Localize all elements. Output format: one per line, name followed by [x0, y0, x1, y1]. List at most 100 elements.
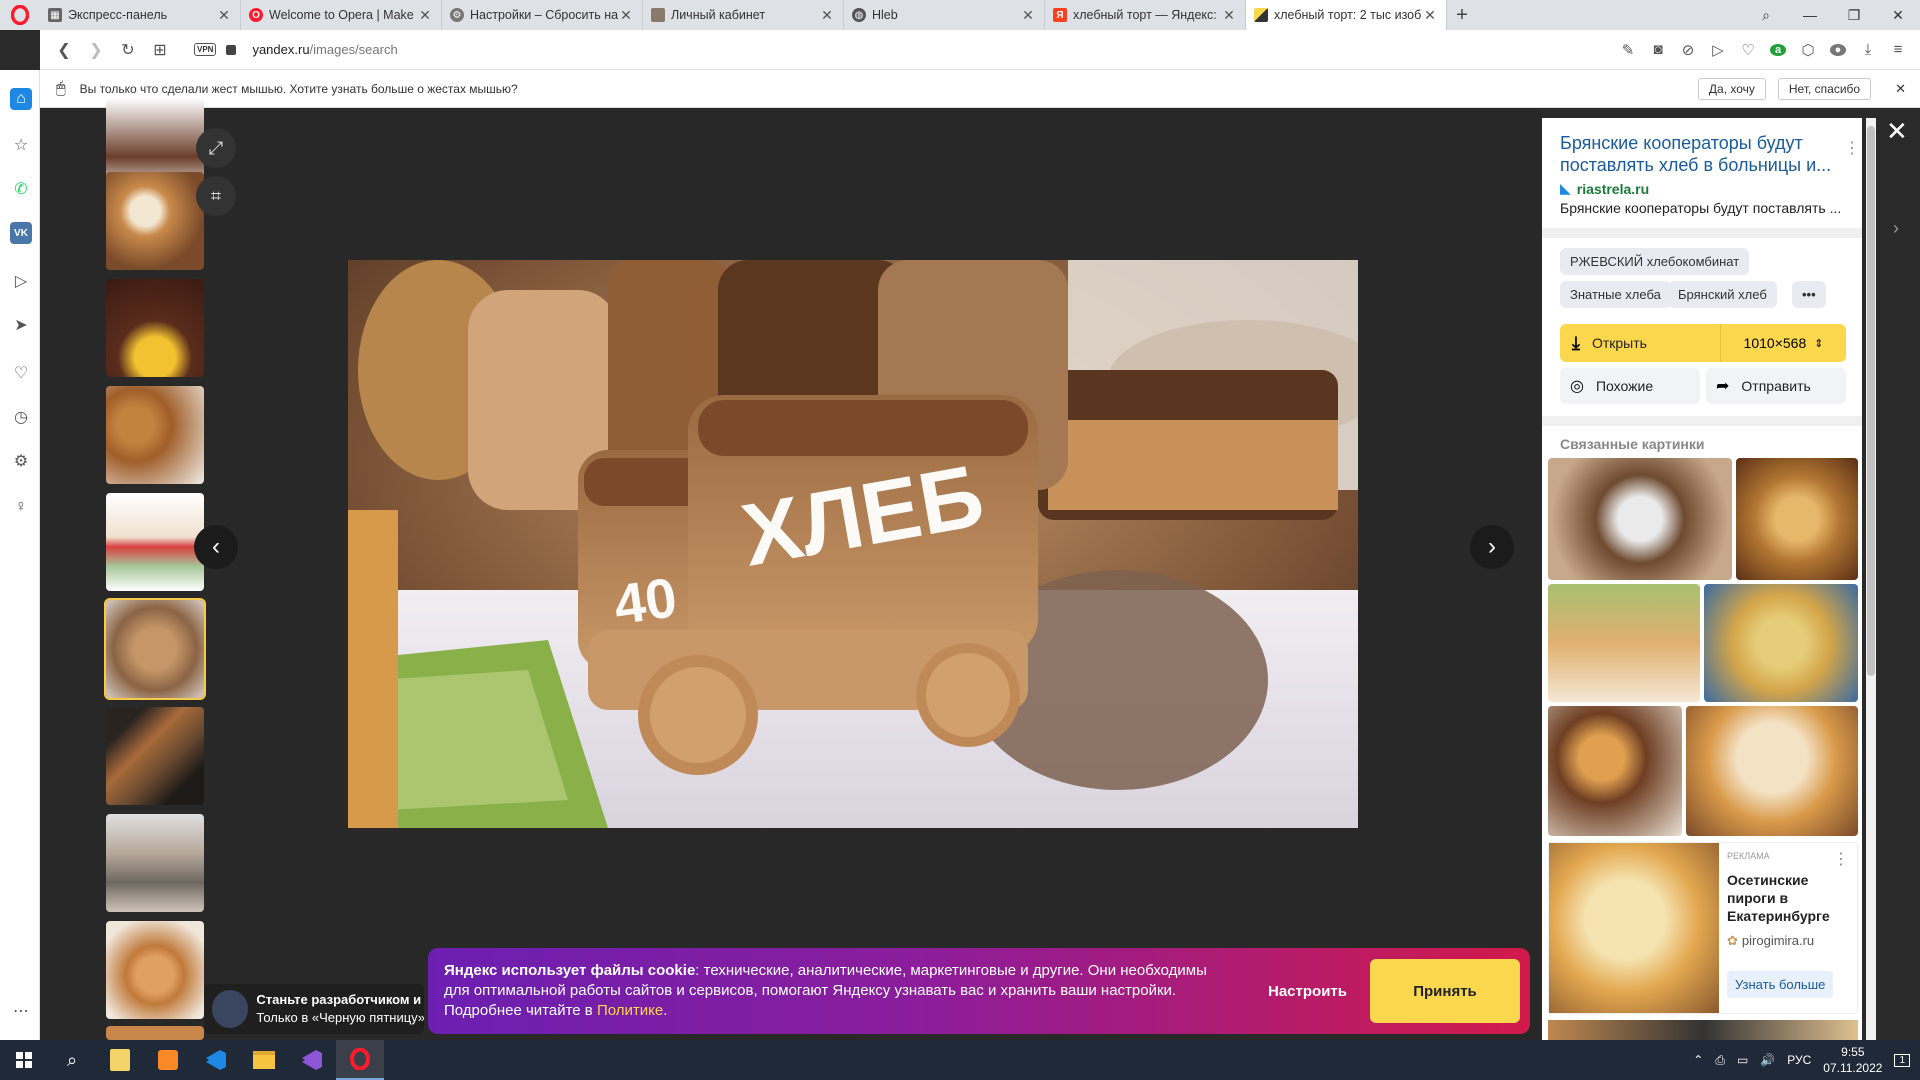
vk-icon[interactable]: VK [10, 222, 32, 244]
heart-icon[interactable]: ♡ [10, 362, 32, 384]
tab-yandex-images[interactable]: хлебный торт: 2 тыс изобр ✕ [1246, 0, 1447, 30]
thumbnail-choc-cake[interactable] [106, 279, 204, 377]
whatsapp-icon[interactable]: ✆ [10, 178, 32, 200]
tag-chip[interactable]: РЖЕВСКИЙ хлебокомбинат [1560, 248, 1750, 275]
close-tab-icon[interactable]: ✕ [618, 7, 634, 24]
opera-menu-button[interactable] [0, 0, 40, 30]
thumbnail-partial[interactable] [106, 1026, 204, 1040]
settings-icon[interactable]: ⚙ [10, 450, 32, 472]
network-icon[interactable]: ⎙ [1715, 1053, 1725, 1068]
display-icon[interactable]: ▭ [1737, 1053, 1748, 1067]
search-tabs-icon[interactable]: ⌕ [1744, 7, 1788, 24]
back-icon[interactable]: ❮ [48, 40, 80, 60]
edit-icon[interactable]: ✎ [1620, 41, 1636, 59]
thumbnail-braided-bread[interactable] [106, 386, 204, 484]
heart-icon[interactable]: ♡ [1740, 41, 1756, 59]
promo-card[interactable]: Станьте разработчиком и з Только в «Черн… [204, 984, 424, 1034]
home-icon[interactable]: ⌂ [10, 88, 32, 110]
kebab-menu-icon[interactable]: ⋮ [1844, 138, 1860, 158]
thumbnail-workshop[interactable] [106, 814, 204, 912]
url-field[interactable]: yandex.ru/images/search [252, 42, 397, 57]
close-viewer-icon[interactable]: ✕ [1886, 116, 1908, 147]
more-icon[interactable]: ⋯ [10, 1000, 32, 1022]
open-image-button[interactable]: ⤓ Открыть 1010×568 ⇕ [1560, 324, 1846, 362]
source-title-link[interactable]: Брянские кооператоры будут поставлять хл… [1560, 132, 1840, 176]
tag-chip[interactable]: Брянский хлеб [1668, 281, 1777, 308]
windows-start-icon[interactable] [0, 1040, 48, 1080]
source-domain[interactable]: riastrela.ru [1577, 181, 1649, 197]
vscode-icon[interactable] [192, 1040, 240, 1080]
vpn-badge[interactable]: VPN [194, 43, 217, 56]
cube-icon[interactable]: ⬡ [1800, 41, 1816, 59]
tab-welcome-opera[interactable]: O Welcome to Opera | Make ✕ [241, 0, 442, 30]
bulb-icon[interactable]: ♀ [10, 496, 32, 518]
tab-express-panel[interactable]: ▦ Экспресс-панель ✕ [40, 0, 241, 30]
close-tab-icon[interactable]: ✕ [216, 7, 232, 24]
ad-menu-icon[interactable]: ⋮ [1833, 849, 1849, 869]
menu-icon[interactable]: ≡ [1890, 41, 1906, 58]
tab-yandex-search[interactable]: Я хлебный торт — Яндекс: ✕ [1045, 0, 1246, 30]
close-icon[interactable]: ✕ [1895, 81, 1906, 97]
policy-link[interactable]: Политике [597, 1002, 663, 1019]
player-icon[interactable]: ▷ [10, 270, 32, 292]
block-icon[interactable]: ⊘ [1680, 41, 1696, 59]
scrollbar-thumb[interactable] [1867, 126, 1875, 676]
related-image-2[interactable] [1736, 458, 1858, 580]
clock[interactable]: 9:55 07.11.2022 [1823, 1044, 1882, 1076]
notepad-icon[interactable] [96, 1040, 144, 1080]
new-tab-button[interactable]: + [1447, 0, 1477, 30]
size-select[interactable]: 1010×568 ⇕ [1720, 324, 1846, 362]
extension-icon[interactable]: a [1770, 43, 1786, 56]
tab-settings[interactable]: ⚙ Настройки – Сбросить на ✕ [442, 0, 643, 30]
tray-chevron-icon[interactable]: ⌃ [1693, 1053, 1703, 1067]
fullscreen-button[interactable]: ⤢ [196, 128, 236, 168]
avatar[interactable]: ● [1830, 43, 1846, 56]
thumbnail-layer-cake[interactable] [106, 921, 204, 1019]
download-icon[interactable]: ⤓ [1860, 41, 1876, 58]
close-tab-icon[interactable]: ✕ [417, 7, 433, 24]
minimize-icon[interactable]: — [1788, 7, 1832, 23]
opera-taskbar-icon[interactable] [336, 1040, 384, 1080]
ad-card[interactable]: РЕКЛАМА ⋮ Осетинские пироги в Екатеринбу… [1548, 842, 1858, 1014]
sublime-icon[interactable] [144, 1040, 192, 1080]
ad-cta-button[interactable]: Узнать больше [1727, 971, 1834, 998]
thumbnail-berry-cake[interactable] [106, 493, 204, 591]
share-icon[interactable]: ▷ [1710, 41, 1726, 59]
close-tab-icon[interactable]: ✕ [1020, 7, 1036, 24]
related-image-4[interactable] [1704, 584, 1858, 702]
related-image-3[interactable] [1548, 584, 1700, 702]
cookie-configure-button[interactable]: Настроить [1268, 983, 1347, 1000]
tabs-grid-icon[interactable]: ⊞ [144, 40, 176, 60]
more-tags-button[interactable]: ••• [1792, 281, 1826, 308]
close-tab-icon[interactable]: ✕ [1221, 7, 1237, 24]
next-image-button[interactable]: › [1470, 525, 1514, 569]
forward-icon[interactable]: ❯ [80, 40, 112, 60]
search-icon[interactable]: ⌕ [48, 1040, 96, 1080]
gesture-no-button[interactable]: Нет, спасибо [1777, 77, 1872, 100]
tag-chip[interactable]: Знатные хлеба [1560, 281, 1671, 308]
gesture-yes-button[interactable]: Да, хочу [1697, 77, 1766, 100]
visual-studio-icon[interactable] [288, 1040, 336, 1080]
page-next-icon[interactable]: › [1882, 210, 1910, 246]
thumbnail-rye-bread[interactable] [106, 707, 204, 805]
close-tab-icon[interactable]: ✕ [1422, 7, 1438, 24]
star-icon[interactable]: ☆ [10, 134, 32, 156]
thumbnail-bread-truck[interactable] [104, 598, 206, 700]
camera-icon[interactable]: ◙ [1650, 41, 1666, 58]
language-indicator[interactable]: РУС [1787, 1053, 1811, 1067]
close-tab-icon[interactable]: ✕ [819, 7, 835, 24]
thumbnail-bakery[interactable] [106, 172, 204, 270]
close-window-icon[interactable]: ✕ [1876, 7, 1920, 24]
file-explorer-icon[interactable] [240, 1040, 288, 1080]
send-button[interactable]: ➦ Отправить [1706, 368, 1846, 404]
history-icon[interactable]: ◷ [10, 406, 32, 428]
maximize-icon[interactable]: ❐ [1832, 7, 1876, 24]
reload-icon[interactable]: ↻ [112, 40, 144, 60]
tab-cabinet[interactable]: Личный кабинет ✕ [643, 0, 844, 30]
volume-icon[interactable]: 🔊 [1760, 1053, 1775, 1067]
tab-hleb[interactable]: ◍ Hleb ✕ [844, 0, 1045, 30]
lock-icon[interactable] [226, 44, 237, 55]
related-image-5[interactable] [1548, 706, 1682, 836]
related-image-6[interactable] [1686, 706, 1858, 836]
notification-badge[interactable]: 1 [1894, 1053, 1910, 1067]
